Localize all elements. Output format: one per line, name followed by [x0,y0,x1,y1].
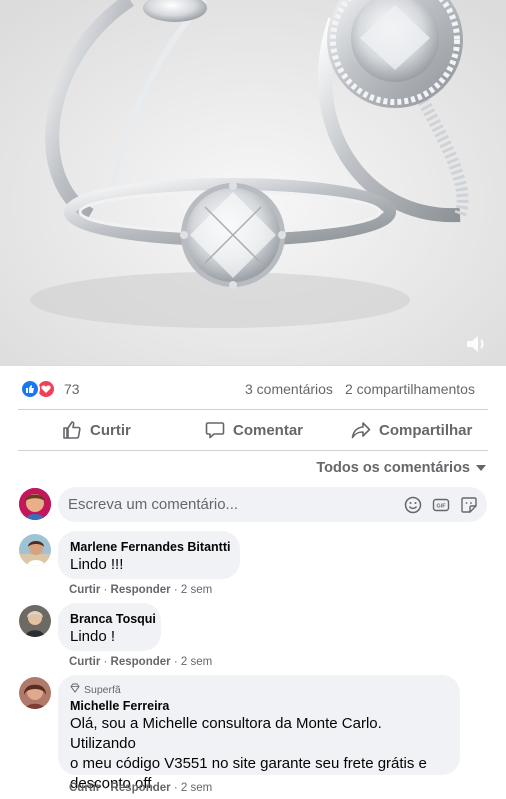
share-button[interactable]: Compartilhar [351,411,472,449]
separator: · [103,656,111,668]
svg-text:GIF: GIF [436,504,446,510]
comment-meta: Curtir · Responder · 2 sem [69,656,212,668]
comment-icon [205,420,225,440]
comment-text: Lindo !!! [70,556,124,573]
comment-timestamp[interactable]: 2 sem [181,584,212,596]
comment-sort-dropdown[interactable]: Todos os comentários [316,460,486,476]
volume-icon[interactable] [464,333,488,355]
comment-meta: Curtir · Responder · 2 sem [69,782,212,794]
separator: · [173,782,181,794]
divider [18,409,488,410]
comment-like-button[interactable]: Curtir [69,656,100,668]
reactions-summary: 73 3 comentários 2 compartilhamentos [0,372,506,406]
like-button[interactable]: Curtir [62,411,131,449]
comment-bubble: Marlene Fernandes Bitantti Lindo !!! [58,531,240,579]
emoji-icon[interactable] [403,495,423,515]
gif-icon[interactable]: GIF [431,495,451,515]
comment-reply-button[interactable]: Responder [111,656,171,668]
comment-input[interactable] [58,487,378,522]
comment-sort-label: Todos os comentários [316,460,470,476]
comment-text: Lindo ! [70,628,116,645]
thumbs-up-icon [62,420,82,440]
avatar[interactable] [19,488,51,520]
separator: · [173,584,181,596]
top-fan-badge: Superfã [70,683,448,697]
avatar[interactable] [19,677,51,709]
share-label: Compartilhar [379,421,473,439]
comment-text-line: Olá, sou a Michelle consultora da Monte … [70,715,382,752]
rings-image [0,0,506,365]
comment-author[interactable]: Branca Tosqui [70,611,156,627]
comment-timestamp[interactable]: 2 sem [181,656,212,668]
comment-button[interactable]: Comentar [205,411,303,449]
comment-label: Comentar [233,421,304,439]
reaction-icons[interactable] [20,379,60,399]
comment-bubble: Branca Tosqui Lindo ! [58,603,161,651]
shares-count[interactable]: 2 compartilhamentos [345,381,475,397]
reaction-count[interactable]: 73 [64,381,80,397]
comment-meta: Curtir · Responder · 2 sem [69,584,212,596]
comment-reply-button[interactable]: Responder [111,584,171,596]
comment-timestamp[interactable]: 2 sem [181,782,212,794]
post-action-bar: Curtir Comentar Compartilhar [18,411,488,449]
divider [18,450,488,451]
badge-label: Superfã [84,684,121,696]
avatar[interactable] [19,605,51,637]
comment-author[interactable]: Marlene Fernandes Bitantti [70,539,230,555]
comment-reply-button[interactable]: Responder [111,782,171,794]
comment-like-button[interactable]: Curtir [69,782,100,794]
comment-like-button[interactable]: Curtir [69,584,100,596]
separator: · [173,656,181,668]
post-video[interactable] [0,0,506,366]
comment-author[interactable]: Michelle Ferreira [70,698,448,714]
comment-text-line: o meu código V3551 no site garante seu f… [70,755,427,772]
share-icon [351,420,371,440]
avatar[interactable] [19,534,51,566]
chevron-down-icon [476,465,486,471]
diamond-icon [70,683,80,697]
like-label: Curtir [90,421,131,439]
separator: · [103,584,111,596]
comments-count[interactable]: 3 comentários [245,381,333,397]
comment-composer: GIF [58,487,487,522]
separator: · [103,782,111,794]
comment-bubble: Superfã Michelle Ferreira Olá, sou a Mic… [58,675,460,792]
like-icon [20,379,40,399]
sticker-icon[interactable] [459,495,479,515]
